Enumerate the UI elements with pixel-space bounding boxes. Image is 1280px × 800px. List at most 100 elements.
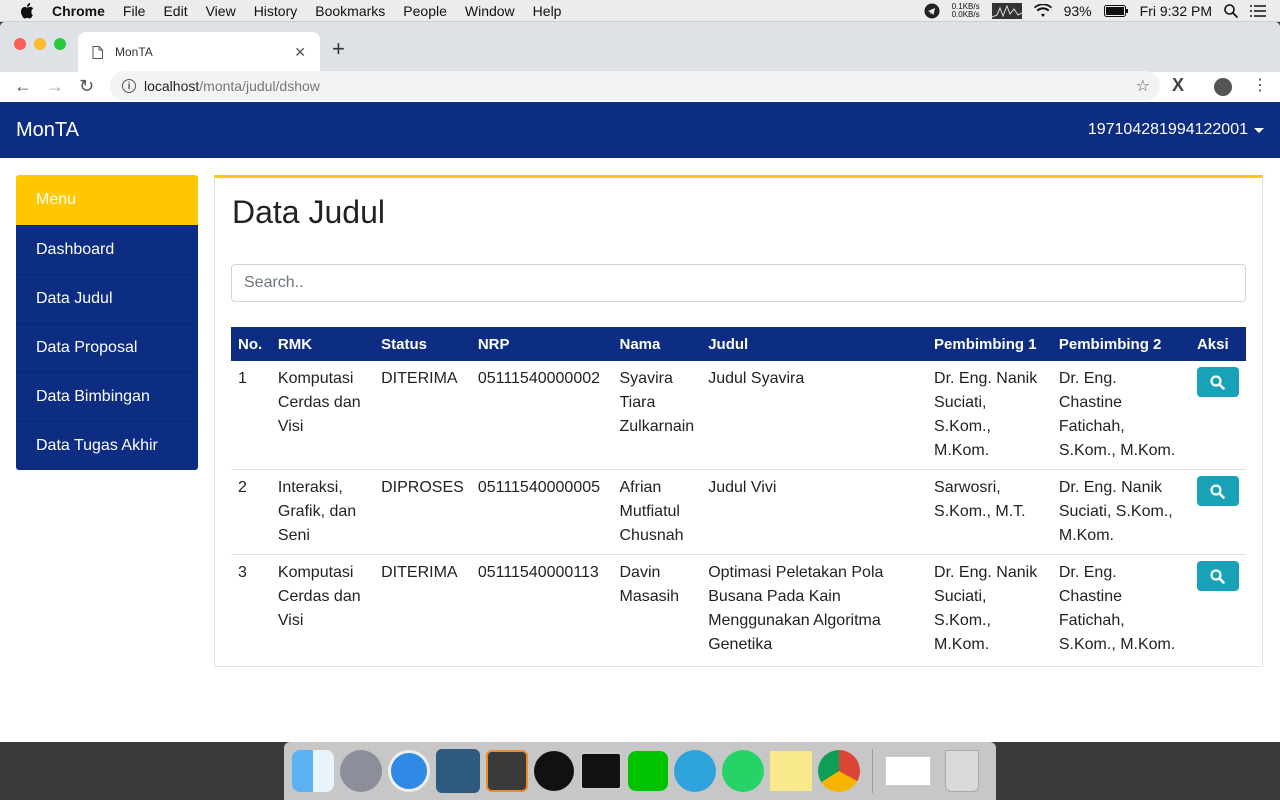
menu-window[interactable]: Window xyxy=(465,3,515,19)
menu-view[interactable]: View xyxy=(206,3,236,19)
sidebar-item-data-proposal[interactable]: Data Proposal xyxy=(16,323,198,372)
browser-tab[interactable]: MonTA ✕ xyxy=(78,32,320,72)
p3-app-icon[interactable] xyxy=(534,751,574,791)
cell-pembimbing-2: Dr. Eng. Nanik Suciati, S.Kom., M.Kom. xyxy=(1051,469,1190,555)
cell-no: 3 xyxy=(231,554,271,663)
downloads-stack-icon[interactable] xyxy=(885,756,931,786)
sidebar-item-data-bimbingan[interactable]: Data Bimbingan xyxy=(16,372,198,421)
more-menu-icon[interactable]: ⋮ xyxy=(1252,75,1268,95)
activity-graph-icon[interactable] xyxy=(991,2,1022,19)
table-header-row: No. RMK Status NRP Nama Judul Pembimbing… xyxy=(231,327,1246,361)
battery-percent: 93% xyxy=(1063,2,1092,19)
cell-no: 2 xyxy=(231,469,271,555)
bookmark-star-icon[interactable]: ☆ xyxy=(1136,76,1150,96)
cell-aksi xyxy=(1189,469,1246,555)
col-header-aksi: Aksi xyxy=(1189,327,1246,361)
cell-status: DITERIMA xyxy=(381,370,458,387)
launchpad-icon[interactable] xyxy=(340,750,382,792)
terminal-icon[interactable] xyxy=(580,752,622,790)
sublime-text-icon[interactable] xyxy=(486,750,528,792)
cell-pembimbing-2: Dr. Eng. Chastine Fatichah, S.Kom., M.Ko… xyxy=(1058,370,1176,459)
close-tab-icon[interactable]: ✕ xyxy=(294,44,306,61)
search-icon[interactable] xyxy=(1224,3,1238,18)
col-header-judul: Judul xyxy=(701,327,928,361)
tab-strip: MonTA ✕ + xyxy=(0,22,1280,72)
content-card: Data Judul No. RMK Status NRP Nama Judul… xyxy=(214,175,1263,667)
address-bar[interactable]: i localhost/monta/judul/dshow ☆ xyxy=(110,71,1160,101)
apple-icon[interactable] xyxy=(20,2,34,19)
stickies-icon[interactable] xyxy=(770,751,812,791)
cell-nama: Davin Masasih xyxy=(612,554,702,663)
profile-avatar[interactable] xyxy=(1214,78,1232,96)
table-row: 1 Komputasi Cerdas dan Visi DITERIMA 051… xyxy=(231,361,1246,470)
sidebar-item-dashboard[interactable]: Dashboard xyxy=(16,225,198,274)
clock[interactable]: Fri 9:32 PM xyxy=(1140,3,1212,19)
caret-down-icon xyxy=(1254,127,1264,133)
net-down: 0.0KB/s xyxy=(951,9,980,19)
col-header-no: No. xyxy=(231,327,271,361)
user-dropdown[interactable]: 197104281994122001 xyxy=(1088,121,1264,139)
mysql-workbench-icon[interactable] xyxy=(436,749,480,793)
info-icon[interactable]: i xyxy=(122,79,136,93)
cell-pembimbing-2: Dr. Eng. Chastine Fatichah, S.Kom., M.Ko… xyxy=(1051,554,1190,663)
cell-judul: Judul Vivi xyxy=(701,469,928,555)
view-detail-button[interactable] xyxy=(1196,476,1239,506)
menu-people[interactable]: People xyxy=(403,3,447,19)
extension-x-icon[interactable]: X xyxy=(1172,75,1184,96)
view-detail-button[interactable] xyxy=(1196,561,1239,591)
forward-button[interactable]: → xyxy=(46,76,64,97)
browser-window: MonTA ✕ + ← → ↻ i localhost/monta/judul/… xyxy=(0,22,1280,742)
site-navbar: MonTA 197104281994122001 xyxy=(0,102,1280,158)
window-controls xyxy=(14,38,66,50)
whatsapp-icon[interactable] xyxy=(722,750,764,792)
reload-button[interactable]: ↻ xyxy=(79,76,94,97)
telegram-icon[interactable] xyxy=(674,750,716,792)
cell-pembimbing-1: Dr. Eng. Nanik Suciati, S.Kom., M.Kom. xyxy=(934,370,1038,459)
search-icon xyxy=(1210,374,1226,390)
cell-status: DIPROSES xyxy=(374,469,471,555)
menu-help[interactable]: Help xyxy=(533,3,562,19)
sidebar-header: Menu xyxy=(16,175,198,225)
sidebar-menu: Menu Dashboard Data Judul Data Proposal … xyxy=(16,175,198,470)
system-menubar: Chrome File Edit View History Bookmarks … xyxy=(0,0,1280,22)
chrome-icon[interactable] xyxy=(818,750,860,792)
cell-judul: Judul Syavira xyxy=(708,370,805,387)
line-icon[interactable] xyxy=(628,751,668,791)
col-header-nrp: NRP xyxy=(470,327,613,361)
menu-app-name[interactable]: Chrome xyxy=(52,3,105,19)
menu-history[interactable]: History xyxy=(254,3,298,19)
finder-icon[interactable] xyxy=(292,750,334,792)
col-header-rmk: RMK xyxy=(270,327,375,361)
notification-center-icon[interactable] xyxy=(1250,4,1266,17)
cell-rmk: Interaksi, Grafik, dan Seni xyxy=(270,469,375,555)
maximize-window-button[interactable] xyxy=(54,38,66,50)
sidebar-item-data-judul[interactable]: Data Judul xyxy=(16,274,198,323)
cell-aksi xyxy=(1190,361,1246,470)
col-header-pembimbing-1: Pembimbing 1 xyxy=(927,327,1052,361)
toolbar: ← → ↻ i localhost/monta/judul/dshow ☆ X … xyxy=(0,71,1280,102)
menu-edit[interactable]: Edit xyxy=(163,3,187,19)
search-input[interactable] xyxy=(231,264,1246,302)
battery-icon[interactable] xyxy=(1103,4,1128,17)
minimize-window-button[interactable] xyxy=(34,38,46,50)
menu-bookmarks[interactable]: Bookmarks xyxy=(315,3,385,19)
url-path: /monta/judul/dshow xyxy=(199,78,320,94)
wifi-icon[interactable] xyxy=(1033,3,1052,18)
tab-title: MonTA xyxy=(115,45,153,59)
back-button[interactable]: ← xyxy=(14,76,32,97)
cell-nama: Afrian Mutfiatul Chusnah xyxy=(612,469,702,555)
cell-aksi xyxy=(1189,554,1246,663)
site-brand[interactable]: MonTA xyxy=(16,119,79,142)
sidebar-item-data-tugas-akhir[interactable]: Data Tugas Akhir xyxy=(16,421,198,470)
close-window-button[interactable] xyxy=(14,38,26,50)
new-tab-button[interactable]: + xyxy=(332,36,345,62)
trash-icon[interactable] xyxy=(945,750,979,792)
user-id: 197104281994122001 xyxy=(1087,121,1248,138)
view-detail-button[interactable] xyxy=(1196,367,1239,397)
telegram-status-icon[interactable] xyxy=(924,3,940,19)
menu-file[interactable]: File xyxy=(123,3,146,19)
col-header-nama: Nama xyxy=(612,327,702,361)
url-host: localhost xyxy=(144,78,200,94)
cell-nrp: 05111540000002 xyxy=(477,370,601,387)
safari-icon[interactable] xyxy=(388,750,430,792)
